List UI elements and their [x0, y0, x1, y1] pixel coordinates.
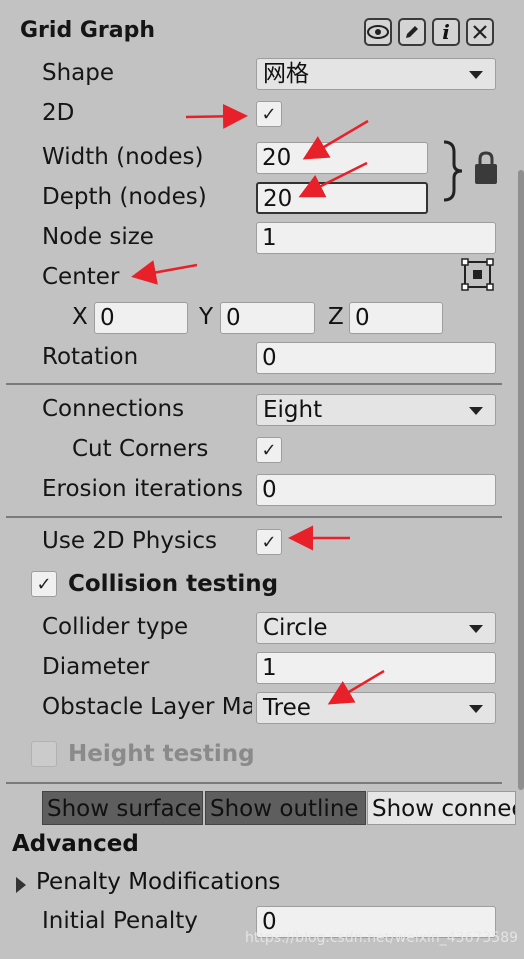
annotation-arrow	[131, 260, 198, 285]
annotation-arrow	[298, 161, 368, 198]
annotation-arrow	[327, 669, 385, 705]
annotation-arrows	[131, 103, 385, 705]
annotation-arrow	[185, 103, 248, 129]
annotation-arrow	[302, 119, 369, 160]
